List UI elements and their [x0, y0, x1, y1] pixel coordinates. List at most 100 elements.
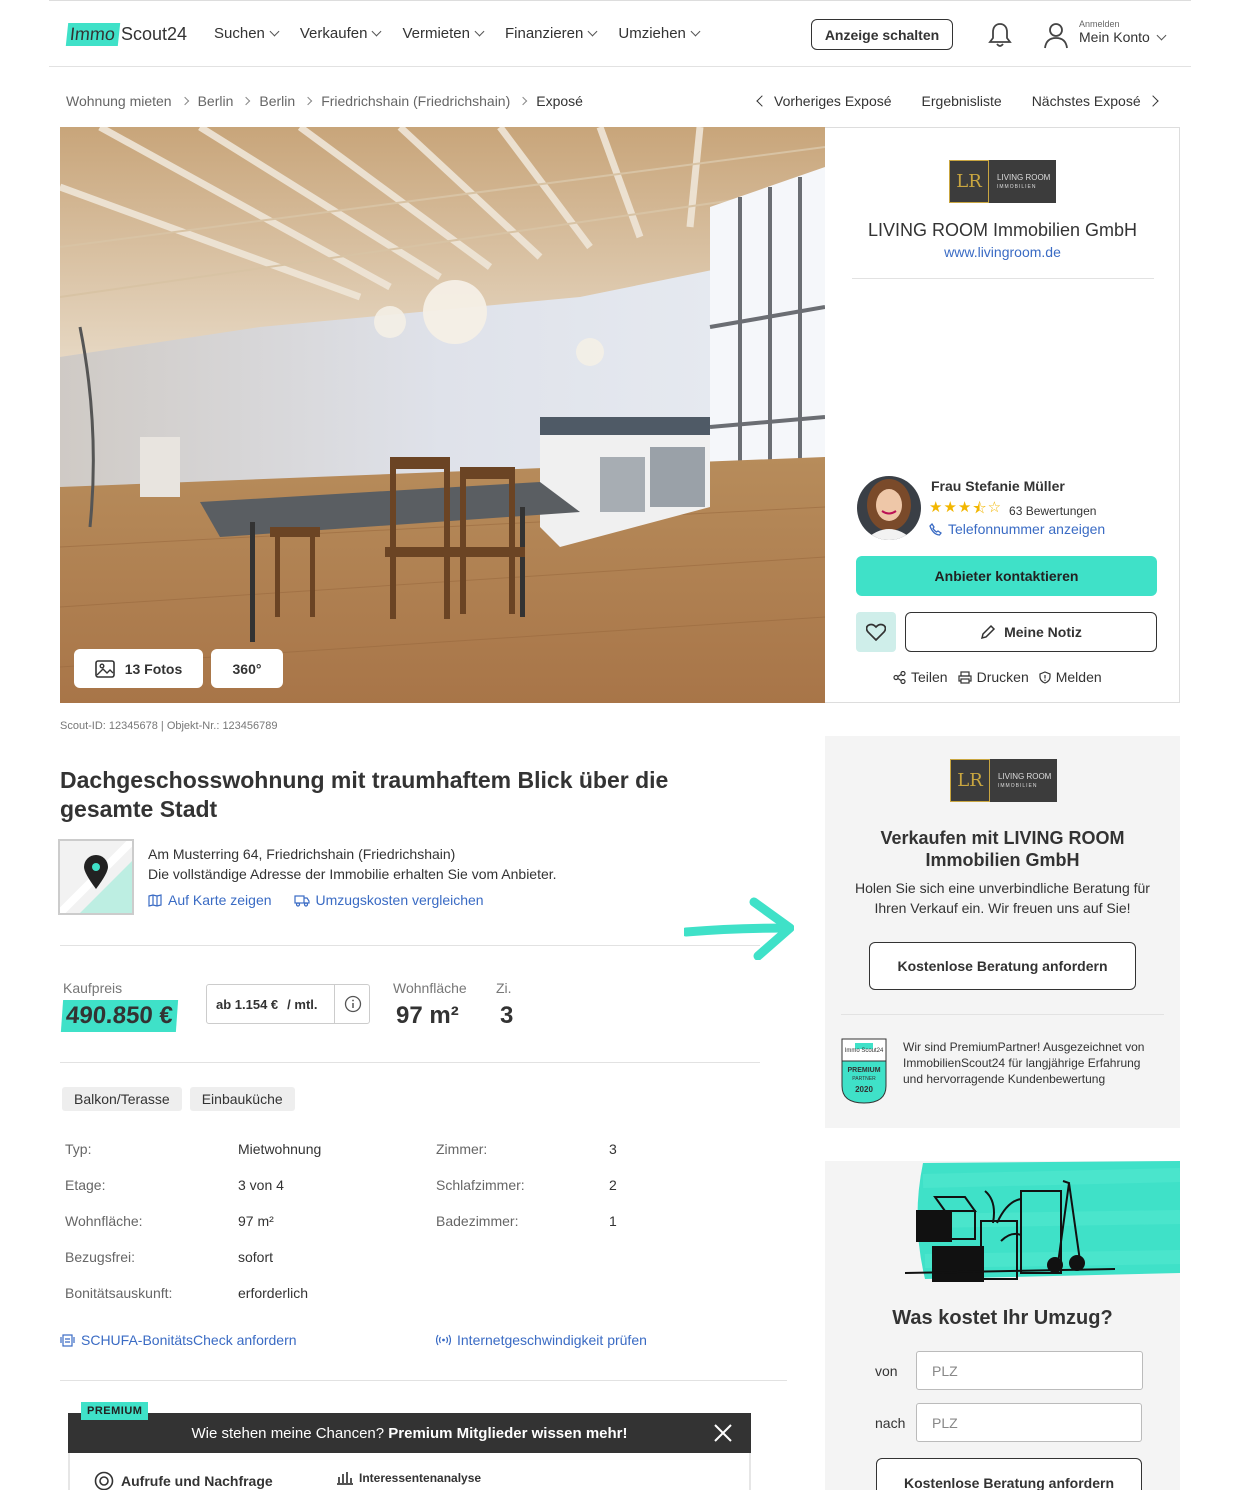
- breadcrumb-berlin[interactable]: Berlin: [198, 93, 234, 109]
- nav-suchen[interactable]: Suchen: [214, 25, 280, 42]
- attr-value: 3 von 4: [238, 1177, 284, 1193]
- moving-consultation-button[interactable]: Kostenlose Beratung anfordern: [876, 1458, 1142, 1490]
- print-button[interactable]: Drucken: [957, 669, 1029, 685]
- anzeige-schalten-button[interactable]: Anzeige schalten: [811, 19, 953, 50]
- agent-name: Frau Stefanie Müller: [931, 478, 1065, 494]
- attr-value: 97 m²: [238, 1213, 274, 1229]
- breadcrumb-berlin-city[interactable]: Berlin: [259, 93, 295, 109]
- premium-banner[interactable]: Wie stehen meine Chancen? Premium Mitgli…: [68, 1413, 751, 1453]
- map-icon: [148, 893, 162, 907]
- agent-rating[interactable]: ★ ★ ★ ⯪ ☆ 63 Bewertungen: [929, 498, 1096, 523]
- tab-interest-analysis[interactable]: Interessentenanalyse: [336, 1471, 481, 1485]
- photos-button[interactable]: 13 Fotos: [74, 649, 203, 688]
- image-icon: [94, 659, 115, 678]
- next-label: Nächstes Exposé: [1031, 93, 1141, 109]
- attr-key: Zimmer:: [436, 1141, 488, 1157]
- chevron-down-icon: [474, 26, 485, 37]
- company-name: LIVING ROOM Immobilien GmbH: [867, 220, 1138, 240]
- shield-icon: [1039, 670, 1051, 684]
- logo-line2: IMMOBILIEN: [997, 183, 1037, 190]
- note-label: Meine Notiz: [1004, 624, 1082, 640]
- logo-monogram: LR: [950, 759, 990, 802]
- heart-icon: [866, 623, 886, 641]
- immoscout-logo[interactable]: Immo Scout24: [65, 21, 188, 47]
- listing-ids: Scout-ID: 12345678 | Objekt-Nr.: 1234567…: [60, 720, 278, 732]
- share-icon: [893, 670, 906, 684]
- map-pin-icon: [60, 841, 132, 913]
- map-thumbnail[interactable]: [58, 839, 134, 915]
- info-icon[interactable]: [344, 995, 362, 1013]
- sell-text: Holen Sie sich eine unverbindliche Berat…: [855, 880, 1150, 916]
- show-phone-link[interactable]: Telefonnummer anzeigen: [929, 521, 1105, 537]
- pencil-icon: [981, 624, 996, 640]
- nav-vermieten[interactable]: Vermieten: [402, 25, 485, 42]
- premium-partner-text: Wir sind PremiumPartner! Ausgezeichnet v…: [903, 1040, 1145, 1086]
- share-button[interactable]: Teilen: [893, 669, 948, 685]
- account-menu[interactable]: Anmelden Mein Konto: [1079, 19, 1167, 45]
- moving-cost-box: Was kostet Ihr Umzug? von PLZ nach PLZ K…: [825, 1161, 1180, 1490]
- logo-scout-text: Scout24: [121, 23, 188, 44]
- moving-cost-title: Was kostet Ihr Umzug?: [892, 1307, 1113, 1329]
- arrow-right-icon: [684, 897, 794, 960]
- tag-kitchen: Einbauküche: [189, 1087, 295, 1111]
- nav-finanzieren[interactable]: Finanzieren: [504, 25, 598, 42]
- nav-umziehen[interactable]: Umziehen: [618, 25, 701, 42]
- star-empty-icon: ☆: [987, 499, 1002, 516]
- next-expose-link[interactable]: Nächstes Exposé: [1031, 93, 1159, 109]
- attr-key: Bezugsfrei:: [65, 1249, 136, 1265]
- schufa-label: SCHUFA-BonitätsCheck anfordern: [81, 1332, 297, 1348]
- attr-key: Etage:: [65, 1177, 106, 1193]
- premium-partner-badge: Immo Scout24 PREMIUM PARTNER 2020: [841, 1038, 887, 1104]
- tab1-label: Aufrufe und Nachfrage: [121, 1473, 273, 1489]
- free-consultation-button[interactable]: Kostenlose Beratung anfordern: [869, 942, 1136, 990]
- previous-expose-link[interactable]: Vorheriges Exposé: [756, 93, 892, 109]
- chevron-right-icon: [242, 96, 251, 106]
- tab2-label: Interessentenanalyse: [359, 1471, 482, 1485]
- chevron-left-icon: [756, 95, 768, 107]
- result-list-link[interactable]: Ergebnisliste: [922, 93, 1002, 109]
- schufa-icon: [60, 1334, 75, 1347]
- premium-text: Wie stehen meine Chancen?: [191, 1424, 389, 1442]
- to-plz-input[interactable]: PLZ: [916, 1403, 1142, 1442]
- nav-label: Suchen: [214, 25, 265, 42]
- breadcrumb-wohnung-mieten[interactable]: Wohnung mieten: [66, 93, 172, 109]
- schufa-check-link[interactable]: SCHUFA-BonitätsCheck anfordern: [60, 1332, 297, 1348]
- bell-icon[interactable]: [987, 21, 1013, 49]
- attr-value: 1: [609, 1213, 617, 1229]
- report-label: Melden: [1055, 669, 1102, 685]
- chevron-right-icon: [519, 96, 528, 106]
- expose-pager: Vorheriges Exposé Ergebnisliste Nächstes…: [756, 93, 1159, 109]
- show-on-map-link[interactable]: Auf Karte zeigen: [148, 892, 272, 908]
- premium-tabs: Aufrufe und Nachfrage Interessentenanaly…: [68, 1453, 751, 1490]
- chevron-right-icon: [1146, 95, 1159, 107]
- user-icon[interactable]: [1043, 21, 1069, 49]
- agent-panel: LR LIVING ROOM IMMOBILIEN LIVING ROOM Imm…: [825, 127, 1180, 703]
- monthly-rate-box[interactable]: ab 1.154 € / mtl.: [206, 984, 370, 1024]
- main-nav: Suchen Verkaufen Vermieten Finanzieren U…: [214, 25, 701, 42]
- divider: [334, 985, 335, 1023]
- tab-views-demand[interactable]: Aufrufe und Nachfrage: [94, 1471, 273, 1490]
- favorite-button[interactable]: [856, 612, 896, 652]
- nav-verkaufen[interactable]: Verkaufen: [299, 25, 382, 42]
- my-note-button[interactable]: Meine Notiz: [905, 612, 1157, 652]
- attr-value: 3: [609, 1141, 617, 1157]
- nav-label: Verkaufen: [299, 25, 368, 42]
- chevron-down-icon: [587, 26, 598, 37]
- signal-icon: [436, 1334, 451, 1346]
- agent-avatar: [857, 476, 921, 540]
- nav-label: Finanzieren: [504, 25, 584, 42]
- breadcrumb-friedrichshain[interactable]: Friedrichshain (Friedrichshain): [321, 93, 510, 109]
- phone-icon: [929, 522, 942, 536]
- monthly-unit: / mtl.: [287, 996, 318, 1012]
- badge-year: 2020: [855, 1085, 873, 1094]
- compare-moving-costs-link[interactable]: Umzugskosten vergleichen: [293, 892, 484, 908]
- close-icon[interactable]: [713, 1423, 733, 1443]
- company-website-link[interactable]: www.livingroom.de: [825, 244, 1180, 260]
- contact-agent-button[interactable]: Anbieter kontaktieren: [856, 556, 1157, 596]
- from-plz-input[interactable]: PLZ: [916, 1351, 1143, 1390]
- tour-360-button[interactable]: 360°: [211, 649, 283, 688]
- report-button[interactable]: Melden: [1039, 669, 1102, 685]
- internet-speed-link[interactable]: Internetgeschwindigkeit prüfen: [436, 1332, 647, 1348]
- main-photo[interactable]: 13 Fotos 360°: [60, 127, 825, 703]
- breadcrumb: Wohnung mieten Berlin Berlin Friedrichsh…: [66, 93, 583, 109]
